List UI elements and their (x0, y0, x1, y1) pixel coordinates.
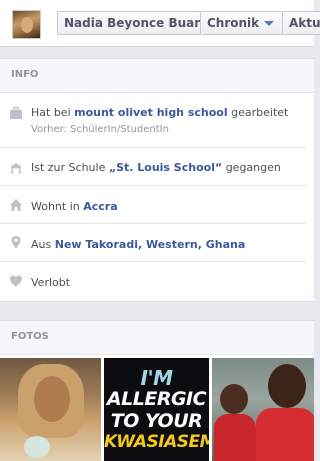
photo-text-line: KWASIASEM (104, 432, 209, 452)
fotos-heading: FOTOS (0, 321, 314, 355)
from-text: Aus New Takoradi, Western, Ghana (31, 238, 308, 251)
photo-player-jersey (214, 414, 256, 461)
chronik-dropdown-button[interactable]: Chronik (201, 11, 283, 35)
profile-header: Nadia Beyonce Buari Chronik Aktu (0, 0, 320, 47)
photo-text-line: I'M (140, 366, 173, 390)
info-row-lives: Wohnt in Accra (0, 186, 314, 224)
work-link[interactable]: mount olivet high school (74, 106, 228, 119)
lives-prefix: Wohnt in (31, 200, 84, 213)
photo-player-head (220, 384, 248, 414)
work-suffix: gearbeitet (227, 106, 289, 119)
briefcase-icon (10, 106, 22, 119)
home-icon (10, 199, 22, 211)
lives-text: Wohnt in Accra (31, 200, 308, 213)
school-text: Ist zur Schule „St. Louis School“ gegang… (31, 161, 308, 174)
chevron-down-icon (264, 21, 275, 26)
photo-text-line: ALLERGIC (106, 388, 207, 410)
profile-avatar[interactable] (12, 10, 41, 39)
work-text: Hat bei mount olivet high school gearbei… (31, 106, 308, 119)
info-row-from: Aus New Takoradi, Western, Ghana (0, 224, 314, 262)
avatar-face (21, 17, 33, 33)
heart-icon (10, 275, 22, 287)
school-link[interactable]: „St. Louis School“ (109, 161, 222, 174)
school-icon (10, 163, 22, 174)
photo-thumbnail[interactable] (212, 358, 314, 461)
work-prefix: Hat bei (31, 106, 75, 119)
relationship-text: Verlobt (31, 276, 71, 289)
school-suffix: gegangen (222, 161, 281, 174)
photo-thumbnail[interactable]: I'M ALLERGIC TO YOUR KWASIASEM (104, 358, 209, 461)
school-prefix: Ist zur Schule (31, 161, 109, 174)
photo-player-head (268, 364, 306, 408)
info-row-work: Hat bei mount olivet high school gearbei… (0, 93, 314, 148)
activity-tab-button[interactable]: Aktu (283, 11, 320, 35)
photo-text-line: TO YOUR (110, 410, 203, 432)
info-row-relationship: Verlobt (0, 262, 314, 300)
photo-face (34, 376, 70, 422)
photo-strip: I'M ALLERGIC TO YOUR KWASIASEM (0, 358, 314, 461)
profile-name-button[interactable]: Nadia Beyonce Buari (57, 11, 201, 35)
photo-player-jersey (256, 408, 314, 461)
chronik-label: Chronik (207, 16, 260, 30)
from-link[interactable]: New Takoradi, Western, Ghana (55, 238, 246, 251)
location-pin-icon (11, 236, 21, 249)
photo-thumbnail[interactable] (0, 358, 101, 461)
info-heading: INFO (0, 59, 314, 93)
from-prefix: Aus (31, 238, 55, 251)
lives-link[interactable]: Accra (83, 200, 117, 213)
photo-flower (24, 436, 50, 458)
work-previous: Vorher: SchülerIn/StudentIn (31, 124, 169, 135)
info-row-school: Ist zur Schule „St. Louis School“ gegang… (0, 148, 314, 186)
